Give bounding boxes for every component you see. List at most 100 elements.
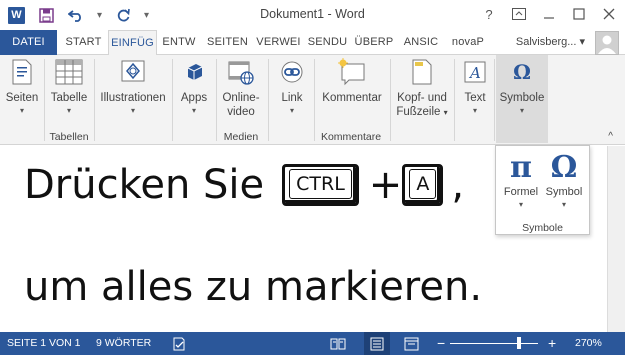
help-icon[interactable]: ? [477,4,501,24]
page-count[interactable]: SEITE 1 VON 1 [7,332,81,355]
text-dropdown-icon: ▾ [472,106,477,115]
user-name-label: Salvisberg... [515,36,577,48]
online-video-label-2: video [227,106,255,118]
online-video-button[interactable]: Online- video [218,57,264,119]
tab-insert[interactable]: EINFÜG [108,30,157,56]
group-divider [268,59,269,141]
read-mode-icon[interactable] [329,335,347,352]
tab-page-layout[interactable]: SEITEN [205,30,250,55]
group-label-symbols: Symbole [522,222,563,234]
zoom-in-button[interactable]: + [548,332,556,355]
group-divider [390,59,391,141]
tab-start[interactable]: START [61,30,106,55]
symbol-button[interactable]: Ω Symbol ▾ [542,150,586,209]
zoom-out-button[interactable]: − [437,332,445,355]
symbol-dropdown-icon: ▾ [561,200,566,209]
header-footer-label-1: Kopf- und [397,92,447,104]
header-footer-label-2: Fußzeile [396,106,441,118]
group-divider [172,59,173,141]
online-video-icon [226,57,256,87]
table-label: Tabelle [50,92,88,104]
collapse-ribbon-icon[interactable]: ^ [608,131,613,142]
vertical-scrollbar[interactable] [607,146,625,332]
minimize-icon[interactable] [537,4,561,24]
tab-view[interactable]: ANSIC [400,30,442,55]
comment-button[interactable]: Kommentar [318,57,386,105]
window-controls: ? [477,4,621,24]
apps-dropdown-icon: ▾ [191,106,196,115]
link-button[interactable]: Link ▾ [272,57,312,115]
pi-icon: π [510,150,532,185]
apps-icon [179,57,209,87]
ribbon-insert: Seiten ▾ Tabelle ▾ Tabellen Illustration… [0,55,625,145]
symbols-button[interactable]: Ω Symbole ▾ [496,55,548,143]
symbols-label: Symbole [499,92,545,104]
group-divider [454,59,455,141]
pages-dropdown-icon: ▾ [19,106,24,115]
text-icon: A [460,57,490,87]
equation-button[interactable]: π Formel ▾ [500,150,542,209]
illustrations-icon [118,57,148,87]
ribbon-tab-row: DATEI START EINFÜG ENTW SEITEN VERWEI SE… [0,30,625,56]
group-label-comments: Kommentare [320,131,382,143]
zoom-level[interactable]: 270% [575,332,602,355]
zoom-slider-thumb[interactable] [517,337,521,349]
user-account-name[interactable]: Salvisberg... ▾ [516,30,585,55]
equation-dropdown-icon: ▾ [518,200,523,209]
header-footer-dropdown-icon: ▾ [443,108,448,117]
group-divider [44,59,45,141]
header-footer-button[interactable]: Kopf- und Fußzeile ▾ [392,57,452,120]
group-divider [494,59,495,141]
a-key-label: A [409,169,437,199]
ctrl-key-label: CTRL [289,169,352,199]
illustrations-label: Illustrationen [100,92,166,104]
comment-icon [337,57,367,87]
ribbon-display-icon[interactable] [507,4,531,24]
zoom-slider[interactable] [450,343,538,344]
proofing-icon[interactable] [170,335,188,352]
table-icon [54,57,84,87]
equation-label: Formel [503,186,539,198]
a-key-icon: A [402,164,444,206]
table-button[interactable]: Tabelle ▾ [48,57,90,115]
tab-design[interactable]: ENTW [158,30,200,55]
illustrations-button[interactable]: Illustrationen ▾ [96,57,170,115]
text-button[interactable]: A Text ▾ [458,57,492,115]
apps-label: Apps [180,92,208,104]
pages-button[interactable]: Seiten ▾ [4,57,40,115]
print-layout-icon[interactable] [364,332,390,355]
omega-symbol-icon: Ω [550,150,578,185]
pages-icon [7,57,37,87]
user-dropdown-icon: ▾ [579,36,585,48]
tab-references[interactable]: VERWEI [254,30,303,55]
tab-novap[interactable]: novaP [447,30,489,55]
document-text-comma: , [451,162,465,208]
avatar[interactable] [595,31,619,55]
svg-text:A: A [468,64,481,82]
maximize-icon[interactable] [567,4,591,24]
apps-button[interactable]: Apps ▾ [176,57,212,115]
group-label-tables: Tabellen [49,131,89,143]
close-icon[interactable] [597,4,621,24]
tab-review[interactable]: ÜBERP [353,30,395,55]
document-text-press: Drücken Sie [24,162,265,208]
omega-icon: Ω [513,60,531,84]
symbols-flyout: π Formel ▾ Ω Symbol ▾ Symbole [495,145,590,235]
symbol-label: Symbol [545,186,583,198]
tab-mailings[interactable]: SENDU [305,30,350,55]
document-line-2: um alles zu markieren. [24,264,483,310]
title-bar: W ▾ ▾ Dokument1 - Word ? [0,0,625,30]
document-text-plus: + [368,162,403,208]
web-layout-icon[interactable] [402,335,420,352]
document-line-1: Drücken Sie CTRL + A , [24,162,464,208]
header-footer-icon [407,57,437,87]
status-bar: SEITE 1 VON 1 9 WÖRTER − + 270% [0,332,625,355]
tab-file[interactable]: DATEI [0,30,57,55]
symbols-dropdown-icon: ▾ [519,106,524,115]
group-divider [216,59,217,141]
link-label: Link [281,92,303,104]
illustrations-dropdown-icon: ▾ [130,106,135,115]
group-label-media: Medien [223,131,259,143]
word-count[interactable]: 9 WÖRTER [96,332,151,355]
link-dropdown-icon: ▾ [289,106,294,115]
